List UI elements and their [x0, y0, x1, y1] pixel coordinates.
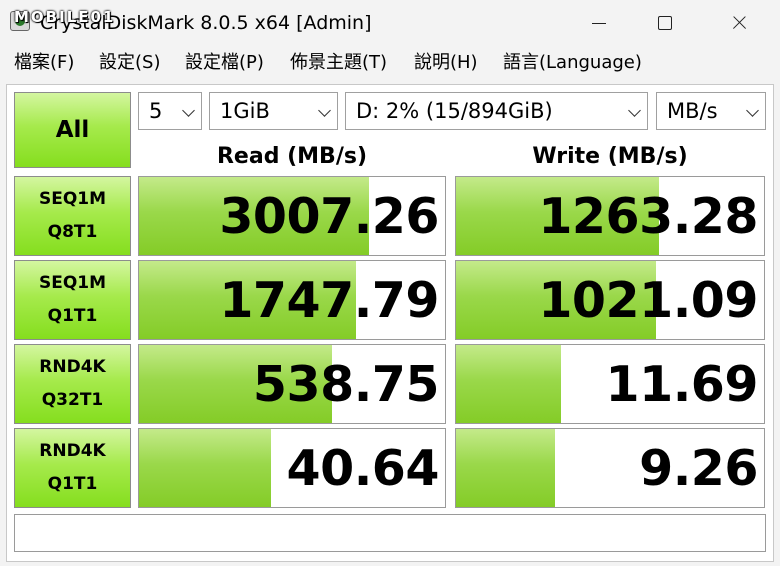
read-value: 40.64 — [286, 440, 440, 497]
test-button-rnd4k-q32t1[interactable]: RND4K Q32T1 — [14, 344, 131, 424]
maximize-icon[interactable] — [642, 0, 688, 46]
read-value: 538.75 — [252, 356, 440, 413]
count-select[interactable]: 5 — [138, 92, 202, 130]
write-value: 1021.09 — [538, 272, 758, 329]
unit-select[interactable]: MB/s — [656, 92, 766, 130]
menu-help[interactable]: 說明(H) — [414, 46, 478, 80]
test-button-rnd4k-q1t1[interactable]: RND4K Q1T1 — [14, 428, 131, 508]
read-value: 1747.79 — [219, 272, 439, 329]
size-select[interactable]: 1GiB — [209, 92, 338, 130]
test-label-line2: Q8T1 — [47, 222, 98, 242]
write-result: 1021.09 — [455, 260, 765, 340]
write-result: 1263.28 — [455, 176, 765, 256]
read-result: 40.64 — [138, 428, 446, 508]
read-value: 3007.26 — [219, 188, 439, 245]
menu-bar: 檔案(F) 設定(S) 設定檔(P) 佈景主題(T) 說明(H) 語言(Lang… — [0, 46, 780, 80]
read-header: Read (MB/s) — [216, 144, 367, 169]
minimize-icon[interactable] — [576, 0, 622, 46]
test-label-line1: SEQ1M — [38, 273, 107, 293]
chevron-down-icon — [182, 104, 195, 117]
drive-select[interactable]: D: 2% (15/894GiB) — [345, 92, 648, 130]
count-value: 5 — [149, 99, 163, 123]
menu-profile[interactable]: 設定檔(P) — [185, 46, 264, 80]
test-label-line1: RND4K — [39, 441, 106, 461]
write-value: 1263.28 — [538, 188, 758, 245]
test-label-line1: SEQ1M — [38, 189, 107, 209]
chevron-down-icon — [318, 104, 331, 117]
comment-field[interactable] — [14, 514, 766, 552]
test-label-line2: Q1T1 — [47, 474, 98, 494]
title-bar: CrystalDiskMark 8.0.5 x64 [Admin] MOBILE… — [0, 0, 780, 46]
test-label-line2: Q32T1 — [41, 390, 104, 410]
all-button[interactable]: All — [14, 92, 131, 168]
menu-file[interactable]: 檔案(F) — [14, 46, 74, 80]
test-button-seq1m-q8t1[interactable]: SEQ1M Q8T1 — [14, 176, 131, 256]
close-icon[interactable] — [716, 0, 762, 46]
drive-value: D: 2% (15/894GiB) — [356, 99, 553, 123]
write-value: 11.69 — [605, 356, 759, 413]
chevron-down-icon — [628, 104, 641, 117]
test-button-seq1m-q1t1[interactable]: SEQ1M Q1T1 — [14, 260, 131, 340]
read-bar — [139, 429, 271, 507]
menu-theme[interactable]: 佈景主題(T) — [290, 46, 387, 80]
write-bar — [456, 429, 555, 507]
test-label-line1: RND4K — [39, 357, 106, 377]
write-bar — [456, 345, 561, 423]
chevron-down-icon — [746, 104, 759, 117]
write-result: 11.69 — [455, 344, 765, 424]
read-result: 1747.79 — [138, 260, 446, 340]
menu-settings[interactable]: 設定(S) — [99, 46, 160, 80]
write-value: 9.26 — [639, 440, 758, 497]
unit-value: MB/s — [667, 99, 718, 123]
read-result: 538.75 — [138, 344, 446, 424]
menu-language[interactable]: 語言(Language) — [503, 46, 642, 80]
test-label-line2: Q1T1 — [47, 306, 98, 326]
write-header: Write (MB/s) — [532, 144, 688, 169]
watermark-logo: MOBILE01 — [14, 8, 116, 26]
read-result: 3007.26 — [138, 176, 446, 256]
write-result: 9.26 — [455, 428, 765, 508]
size-value: 1GiB — [220, 99, 270, 123]
